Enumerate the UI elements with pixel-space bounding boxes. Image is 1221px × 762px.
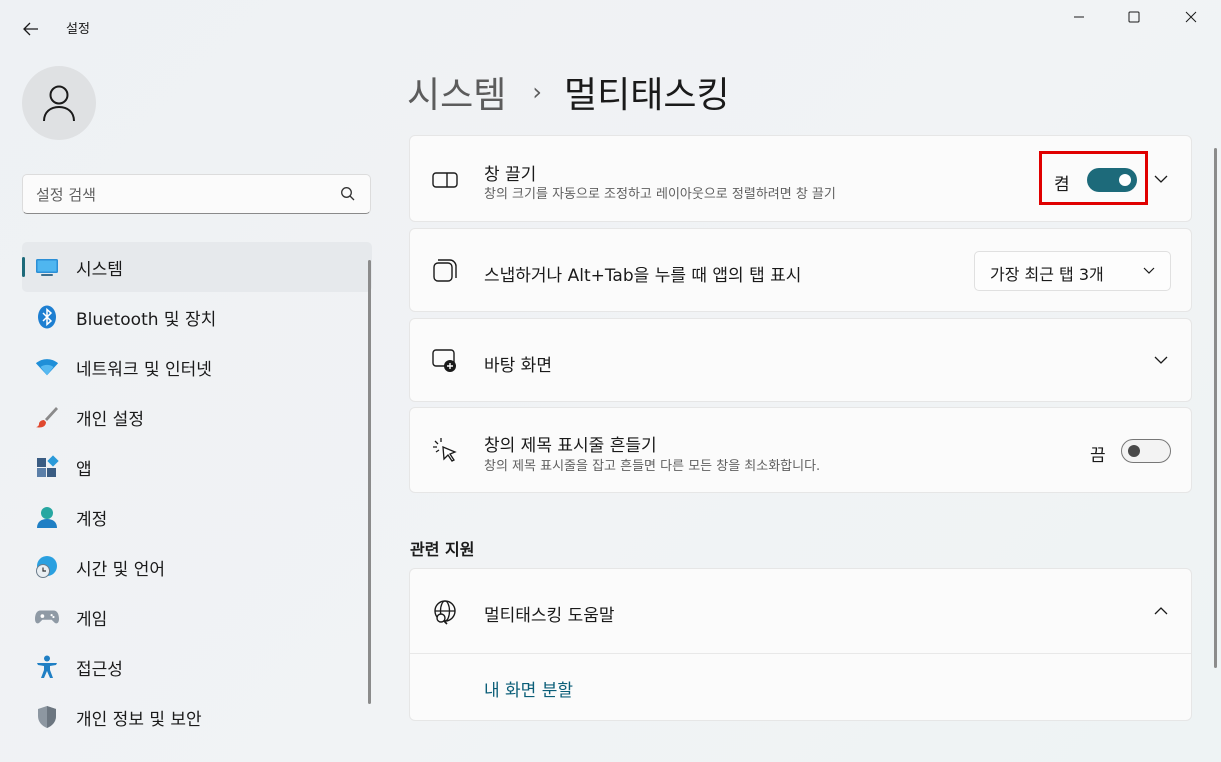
gamepad-icon xyxy=(35,605,59,629)
apps-icon xyxy=(35,455,59,479)
snap-title: 창 끌기 xyxy=(484,165,537,185)
split-screen-link[interactable]: 내 화면 분할 xyxy=(484,676,573,701)
dropdown-value: 가장 최근 탭 3개 xyxy=(990,265,1104,284)
maximize-button[interactable] xyxy=(1108,0,1160,34)
minimize-button[interactable] xyxy=(1053,0,1105,34)
sidebar-item-label: 게임 xyxy=(76,609,108,630)
shield-icon xyxy=(35,705,59,729)
sidebar-item-label: 앱 xyxy=(76,459,92,480)
shake-toggle[interactable] xyxy=(1121,439,1171,463)
sidebar-item-accessibility[interactable]: 접근성 xyxy=(22,642,372,692)
alt-tab-dropdown[interactable]: 가장 최근 탭 3개 xyxy=(974,251,1171,291)
active-indicator xyxy=(22,257,25,277)
main-scrollbar[interactable] xyxy=(1214,148,1217,668)
title-bar-shake-card: 창의 제목 표시줄 흔들기 창의 제목 표시줄을 잡고 흔들면 다른 모든 창을… xyxy=(409,407,1192,493)
breadcrumb-parent[interactable]: 시스템 xyxy=(407,66,506,118)
shake-cursor-icon xyxy=(432,438,458,464)
sidebar-scrollbar[interactable] xyxy=(368,260,371,704)
sidebar-item-network[interactable]: 네트워크 및 인터넷 xyxy=(22,342,372,392)
help-title[interactable]: 멀티태스킹 도움말 xyxy=(484,601,615,626)
sidebar-item-label: 접근성 xyxy=(76,659,123,680)
sidebar-item-label: 네트워크 및 인터넷 xyxy=(76,359,212,380)
breadcrumb-separator: › xyxy=(532,78,542,106)
page-title: 멀티태스킹 xyxy=(563,75,730,116)
shake-title: 창의 제목 표시줄 흔들기 xyxy=(484,436,657,456)
chevron-down-icon[interactable] xyxy=(1151,350,1171,370)
close-icon xyxy=(1185,11,1197,23)
sidebar-item-label: 개인 정보 및 보안 xyxy=(76,709,202,730)
sidebar-item-time-language[interactable]: 시간 및 언어 xyxy=(22,542,372,592)
chevron-down-icon xyxy=(1143,267,1155,274)
brush-icon xyxy=(35,405,59,429)
avatar[interactable] xyxy=(22,66,96,140)
snap-layout-icon xyxy=(432,167,458,193)
sidebar-item-accounts[interactable]: 계정 xyxy=(22,492,372,542)
chevron-down-icon[interactable] xyxy=(1151,169,1171,189)
sidebar-item-privacy[interactable]: 개인 정보 및 보안 xyxy=(22,692,372,742)
chevron-up-icon[interactable] xyxy=(1151,601,1171,621)
desktops-card[interactable]: 바탕 화면 xyxy=(409,318,1192,402)
related-section-title: 관련 지원 xyxy=(410,540,475,559)
breadcrumb: 시스템 › 멀티태스킹 xyxy=(407,66,730,118)
sidebar-item-label: 시스템 xyxy=(76,259,123,280)
divider xyxy=(410,653,1191,654)
sidebar-item-label: 계정 xyxy=(76,509,108,530)
sidebar-item-gaming[interactable]: 게임 xyxy=(22,592,372,642)
person-icon xyxy=(35,505,59,529)
sidebar-item-label: Bluetooth 및 장치 xyxy=(76,309,217,330)
highlight-box xyxy=(1039,151,1148,205)
sidebar-item-system[interactable]: 시스템 xyxy=(22,242,372,292)
sidebar-item-apps[interactable]: 앱 xyxy=(22,442,372,492)
bluetooth-icon xyxy=(35,305,59,329)
sidebar-nav: 시스템 Bluetooth 및 장치 네트워크 및 인터넷 개인 설정 앱 계정 xyxy=(22,242,372,742)
sidebar-item-label: 개인 설정 xyxy=(76,409,144,430)
search-icon[interactable] xyxy=(340,186,356,202)
shake-toggle-state: 끔 xyxy=(1090,446,1106,466)
tabs-icon xyxy=(432,258,458,284)
monitor-icon xyxy=(35,255,59,279)
search-box[interactable]: 설정 검색 xyxy=(22,174,371,214)
maximize-icon xyxy=(1128,11,1140,23)
user-icon xyxy=(43,85,75,122)
minimize-icon xyxy=(1074,16,1084,18)
globe-search-icon xyxy=(432,599,458,625)
back-button[interactable] xyxy=(14,14,48,44)
shake-subtitle: 창의 제목 표시줄을 잡고 흔들면 다른 모든 창을 최소화합니다. xyxy=(484,459,821,474)
back-arrow-icon xyxy=(23,22,38,36)
help-card: 멀티태스킹 도움말 내 화면 분할 xyxy=(409,568,1192,721)
accessibility-icon xyxy=(35,655,59,679)
alt-tab-title: 스냅하거나 Alt+Tab을 누를 때 앱의 탭 표시 xyxy=(484,266,802,286)
sidebar-item-bluetooth[interactable]: Bluetooth 및 장치 xyxy=(22,292,372,342)
title-bar: 설정 xyxy=(0,0,1221,56)
add-desktop-icon xyxy=(432,348,458,374)
app-title: 설정 xyxy=(66,22,90,37)
snap-subtitle: 창의 크기를 자동으로 조정하고 레이아웃으로 정렬하려면 창 끌기 xyxy=(484,187,836,202)
search-input[interactable]: 설정 검색 xyxy=(36,184,96,205)
globe-clock-icon xyxy=(35,555,59,579)
sidebar-item-label: 시간 및 언어 xyxy=(76,559,166,580)
sidebar-item-personalization[interactable]: 개인 설정 xyxy=(22,392,372,442)
wifi-icon xyxy=(35,355,59,379)
close-button[interactable] xyxy=(1165,0,1217,34)
desktops-title: 바탕 화면 xyxy=(484,356,552,376)
